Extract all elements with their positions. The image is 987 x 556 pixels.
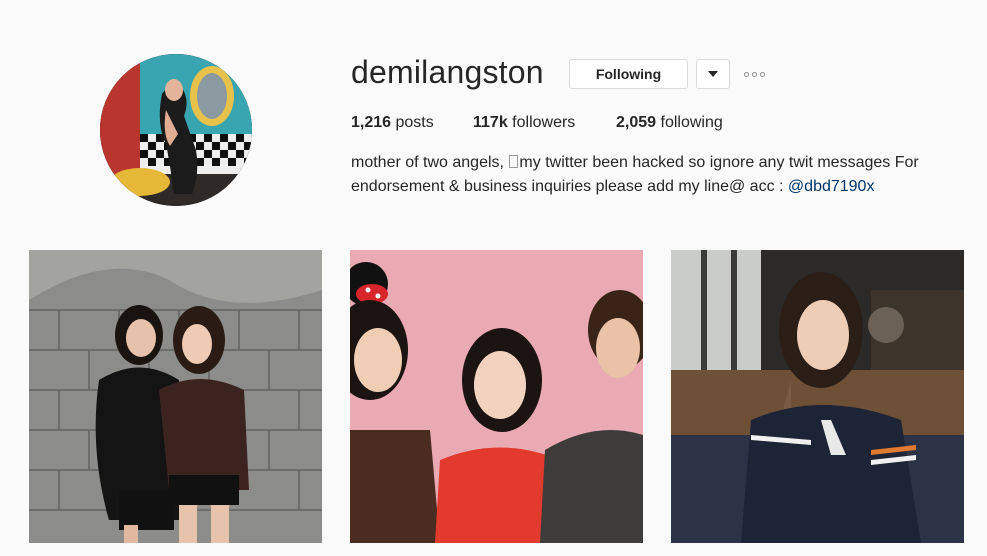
bio-text-start: mother of two angels, bbox=[351, 154, 509, 171]
missing-glyph-icon bbox=[509, 155, 519, 168]
following-stat[interactable]: 2,059 following bbox=[616, 113, 723, 133]
ellipsis-dot-icon bbox=[744, 71, 749, 77]
following-label: following bbox=[660, 114, 723, 131]
ellipsis-dot-icon bbox=[760, 71, 765, 77]
bio-mention-link[interactable]: @dbd7190x bbox=[788, 178, 875, 195]
suggestions-dropdown-button[interactable] bbox=[696, 59, 730, 89]
posts-label: posts bbox=[395, 114, 434, 131]
post-thumbnail[interactable] bbox=[29, 250, 322, 543]
ellipsis-dot-icon bbox=[752, 71, 757, 77]
caret-down-icon bbox=[708, 71, 718, 77]
followers-stat[interactable]: 117k followers bbox=[473, 113, 575, 133]
posts-count: 1,216 bbox=[351, 114, 392, 131]
more-options-button[interactable] bbox=[744, 66, 774, 82]
following-button[interactable]: Following bbox=[569, 59, 688, 89]
post-thumbnail[interactable] bbox=[350, 250, 643, 543]
profile-username: demilangston bbox=[351, 54, 544, 90]
followers-label: followers bbox=[512, 114, 576, 131]
post-thumbnail[interactable] bbox=[671, 250, 964, 543]
profile-bio: mother of two angels, my twitter been ha… bbox=[351, 151, 971, 199]
following-count: 2,059 bbox=[616, 114, 657, 131]
profile-avatar[interactable] bbox=[100, 54, 252, 206]
posts-stat: 1,216 posts bbox=[351, 113, 434, 133]
followers-count: 117k bbox=[473, 114, 508, 131]
